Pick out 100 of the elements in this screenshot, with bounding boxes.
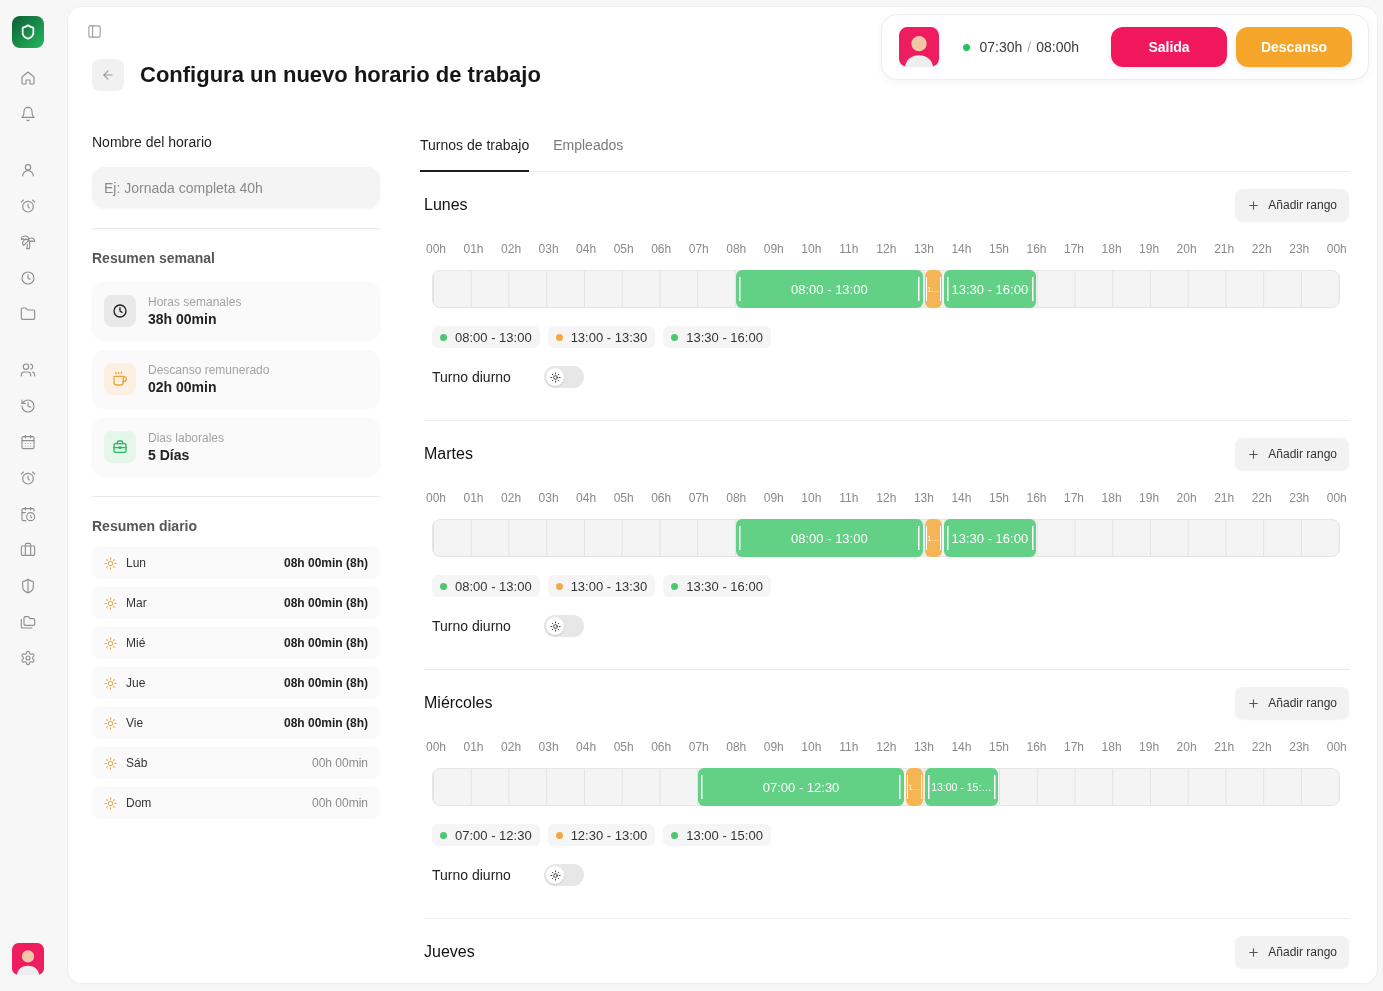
avatar-icon[interactable]: [12, 943, 44, 975]
shift-toggle[interactable]: [544, 366, 584, 388]
hour-label: 03h: [537, 490, 560, 506]
add-range-button[interactable]: Añadir rango: [1235, 189, 1349, 221]
plus-icon: [1247, 447, 1261, 461]
work-range-block[interactable]: 08:00 - 13:00: [736, 270, 923, 308]
hour-label: 01h: [462, 490, 485, 506]
range-dot-icon: [671, 333, 679, 341]
time-separator: /: [1027, 39, 1032, 55]
sidebar-toggle-icon[interactable]: [87, 24, 102, 39]
clock-out-button[interactable]: Salida: [1111, 27, 1227, 67]
briefcase-icon[interactable]: [20, 542, 36, 558]
shift-label: Turno diurno: [432, 617, 512, 636]
plus-icon: [1247, 945, 1261, 959]
hour-label: 07h: [687, 490, 710, 506]
hour-label: 00h: [1325, 739, 1348, 755]
hour-label: 00h: [425, 241, 447, 257]
hour-label: 06h: [650, 490, 673, 506]
summary-value: 38h 00min: [148, 310, 218, 328]
bell-icon[interactable]: [20, 106, 36, 122]
home-icon[interactable]: [20, 70, 36, 86]
range-time-text: 07:00 - 12:30: [455, 827, 532, 843]
alarm-clock-icon[interactable]: [20, 198, 36, 214]
hour-label: 16h: [1025, 490, 1048, 506]
add-range-button[interactable]: Añadir rango: [1235, 438, 1349, 470]
day-name: Mar: [126, 596, 147, 610]
work-range-block[interactable]: 13:00 - 15:…: [924, 768, 999, 806]
hour-label: 14h: [950, 739, 973, 755]
range-time-text: 13:30 - 16:00: [686, 329, 763, 345]
calendar-clock-icon[interactable]: [20, 506, 36, 522]
hour-label: 10h: [800, 241, 823, 257]
hour-label: 21h: [1213, 241, 1236, 257]
sun-icon: [549, 371, 561, 383]
break-button[interactable]: Descanso: [1236, 27, 1352, 67]
summary-label: Descanso remunerado: [148, 362, 270, 378]
field-label: Nombre del horario: [92, 133, 213, 152]
day-title: Lunes: [424, 196, 468, 214]
clock-icon[interactable]: [20, 270, 36, 286]
day-name: Lun: [126, 556, 147, 570]
clock-icon: [104, 295, 136, 327]
hour-label: 19h: [1138, 241, 1161, 257]
hour-label: 11h: [838, 739, 860, 755]
hour-label: 21h: [1213, 490, 1236, 506]
hour-label: 08h: [725, 739, 748, 755]
hour-label: 02h: [500, 739, 523, 755]
day-title: Jueves: [424, 943, 475, 961]
day-title: Miércoles: [424, 694, 493, 712]
alarm-clock-icon[interactable]: [20, 470, 36, 486]
tab[interactable]: Empleados: [553, 135, 624, 172]
shift-toggle[interactable]: [544, 864, 584, 886]
shield-logo-icon: [12, 16, 44, 48]
hour-label: 16h: [1025, 241, 1048, 257]
palm-tree-icon[interactable]: [20, 234, 36, 250]
summary-label: Dias laborales: [148, 430, 225, 446]
hour-label: 07h: [687, 739, 710, 755]
settings-icon[interactable]: [20, 650, 36, 666]
back-button[interactable]: [92, 59, 124, 91]
range-time-text: 13:00 - 13:30: [570, 578, 648, 594]
tab[interactable]: Turnos de trabajo: [420, 135, 530, 172]
day-name: Sáb: [126, 756, 148, 770]
hour-label: 20h: [1175, 241, 1198, 257]
range-dot-icon: [671, 831, 679, 839]
hour-label: 05h: [612, 490, 635, 506]
day-name: Vie: [126, 716, 144, 730]
hour-label: 23h: [1288, 739, 1311, 755]
day-total: 00h 00min: [311, 756, 368, 770]
shift-toggle[interactable]: [544, 615, 584, 637]
schedule-name-input[interactable]: Ej: Jornada completa 40h: [92, 167, 380, 208]
users-icon[interactable]: [20, 362, 36, 378]
work-range-block[interactable]: 08:00 - 13:00: [736, 519, 923, 557]
hour-label: 00h: [425, 739, 447, 755]
folder-icon[interactable]: [20, 306, 36, 322]
hour-label: 20h: [1175, 490, 1198, 506]
work-range-block[interactable]: 13:30 - 16:00: [943, 270, 1036, 308]
hour-label: 12h: [875, 739, 898, 755]
range-dot-icon: [440, 582, 447, 590]
page-title: Configura un nuevo horario de trabajo: [140, 61, 541, 89]
sun-icon: [104, 756, 117, 770]
add-range-button[interactable]: Añadir rango: [1235, 936, 1349, 968]
coffee-cup-icon: [104, 363, 136, 395]
hour-label: 22h: [1250, 490, 1273, 506]
hour-label: 12h: [875, 241, 898, 257]
day-total: 08h 00min (8h): [283, 556, 368, 570]
work-range-block[interactable]: 07:00 - 12:30: [698, 768, 904, 806]
hour-label: 15h: [987, 490, 1010, 506]
day-name: Dom: [126, 796, 152, 810]
calendar-icon[interactable]: [20, 434, 36, 450]
hour-label: 02h: [500, 490, 523, 506]
history-icon[interactable]: [20, 398, 36, 414]
hour-label: 18h: [1100, 490, 1123, 506]
shield-icon[interactable]: [20, 578, 36, 594]
hour-label: 11h: [838, 241, 860, 257]
hour-label: 15h: [987, 241, 1010, 257]
user-icon[interactable]: [20, 162, 36, 178]
add-range-button[interactable]: Añadir rango: [1235, 687, 1349, 719]
hour-label: 01h: [462, 739, 485, 755]
work-range-block[interactable]: 13:30 - 16:00: [943, 519, 1036, 557]
folders-icon[interactable]: [20, 614, 36, 630]
range-time-text: 08:00 - 13:00: [455, 329, 532, 345]
hour-label: 08h: [725, 241, 748, 257]
